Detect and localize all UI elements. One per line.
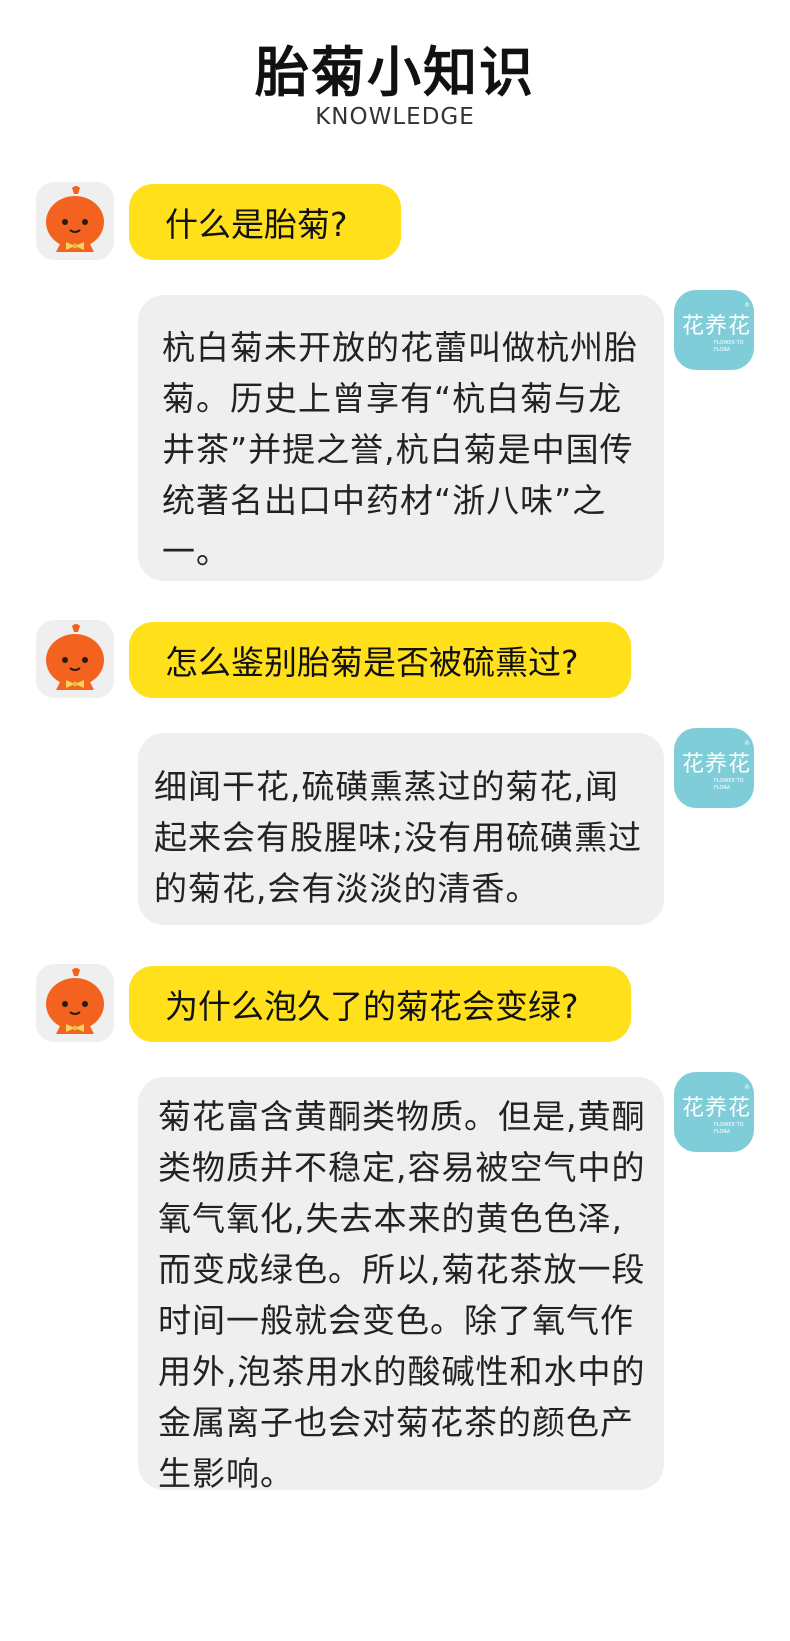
page-title: 胎菊小知识	[255, 41, 535, 104]
pumpkin-mascot-icon	[46, 968, 104, 1034]
brand-logo: 花养花 ® FLOWER TO FLORA	[674, 728, 754, 808]
logo-subtext: FLOWER TO FLORA	[714, 778, 744, 791]
answer-bubble: 菊花富含黄酮类物质。但是,黄酮类物质并不稳定,容易被空气中的氧气氧化,失去本来的…	[138, 1077, 664, 1493]
pumpkin-mascot-icon	[46, 186, 104, 252]
page-subtitle: KNOWLEDGE	[315, 104, 475, 130]
mascot-avatar	[36, 620, 114, 698]
mascot-avatar	[36, 182, 114, 260]
registered-mark: ®	[744, 1084, 750, 1091]
answer-bubble: 细闻干花,硫磺熏蒸过的菊花,闻起来会有股腥味;没有用硫磺熏过的菊花,会有淡淡的清…	[138, 733, 664, 925]
question-bubble: 为什么泡久了的菊花会变绿?	[129, 966, 631, 1042]
logo-subtext: FLOWER TO FLORA	[714, 340, 744, 353]
question-bubble: 怎么鉴别胎菊是否被硫熏过?	[129, 622, 631, 698]
logo-subtext: FLOWER TO FLORA	[714, 1122, 744, 1135]
brand-logo: 花养花 ® FLOWER TO FLORA	[674, 1072, 754, 1152]
logo-text: 花养花	[682, 314, 752, 339]
brand-logo: 花养花 ® FLOWER TO FLORA	[674, 290, 754, 370]
logo-text: 花养花	[682, 1096, 752, 1121]
mascot-avatar	[36, 964, 114, 1042]
logo-text: 花养花	[682, 752, 752, 777]
answer-bubble: 杭白菊未开放的花蕾叫做杭州胎菊。历史上曾享有“杭白菊与龙井茶”并提之誉,杭白菊是…	[138, 295, 664, 581]
pumpkin-mascot-icon	[46, 624, 104, 690]
registered-mark: ®	[744, 302, 750, 309]
question-bubble: 什么是胎菊?	[129, 184, 401, 260]
registered-mark: ®	[744, 740, 750, 747]
